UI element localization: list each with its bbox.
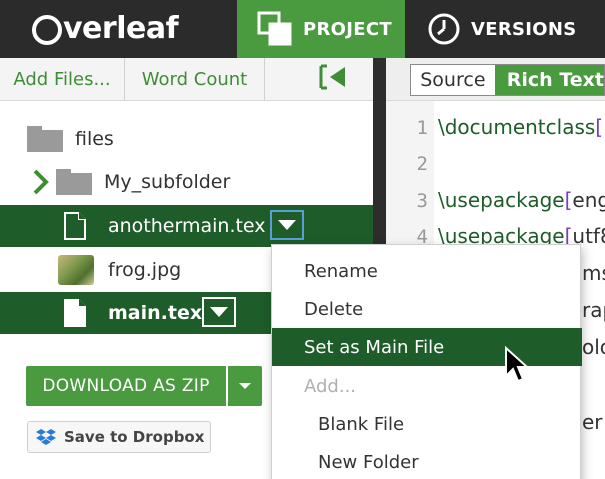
tree-item-label: My_subfolder bbox=[104, 171, 231, 193]
save-to-dropbox-button[interactable]: Save to Dropbox bbox=[27, 421, 211, 453]
tree-item-label: files bbox=[75, 128, 114, 150]
code-fragment: rap bbox=[582, 298, 605, 322]
menu-item-delete[interactable]: Delete bbox=[272, 290, 582, 328]
folder-icon bbox=[27, 126, 63, 152]
caret-down-icon bbox=[210, 307, 228, 317]
menu-header-add: Add... bbox=[304, 375, 357, 397]
tree-item-anothermain[interactable]: anothermain.tex bbox=[0, 205, 373, 247]
file-menu-button[interactable] bbox=[202, 297, 236, 327]
project-tab-label: PROJECT bbox=[303, 18, 392, 40]
word-count-button[interactable]: Word Count bbox=[125, 58, 265, 101]
line-number: 1 bbox=[416, 117, 428, 139]
dropbox-icon bbox=[36, 428, 56, 446]
menu-item-rename[interactable]: Rename bbox=[272, 252, 582, 290]
file-context-menu: Rename Delete Set as Main File Add... Bl… bbox=[271, 244, 582, 479]
editor-mode-toggle: Source Rich Text bbox=[410, 64, 605, 96]
tree-item-label: main.tex bbox=[108, 302, 203, 324]
tree-item-my-subfolder[interactable]: My_subfolder bbox=[0, 161, 373, 203]
project-tab[interactable]: PROJECT bbox=[237, 0, 405, 58]
project-files-icon bbox=[257, 11, 293, 47]
download-options-button[interactable] bbox=[228, 366, 262, 406]
logo-o-icon bbox=[32, 15, 62, 45]
caret-down-icon bbox=[239, 383, 251, 389]
menu-item-new-folder[interactable]: New Folder bbox=[272, 443, 582, 479]
line-number: 2 bbox=[416, 153, 428, 175]
code-fragment: olo bbox=[582, 335, 605, 359]
dropbox-label: Save to Dropbox bbox=[64, 428, 205, 446]
chevron-right-icon[interactable] bbox=[32, 167, 50, 197]
tree-item-label: anothermain.tex bbox=[108, 215, 266, 237]
top-bar: verleaf PROJECT VERSIONS bbox=[0, 0, 605, 58]
image-thumbnail bbox=[58, 255, 94, 285]
collapse-left-icon bbox=[319, 64, 349, 95]
tree-item-files[interactable]: files bbox=[0, 118, 373, 160]
download-zip-button[interactable]: DOWNLOAD AS ZIP bbox=[26, 366, 226, 406]
menu-item-blank-file[interactable]: Blank File bbox=[272, 405, 582, 443]
rich-text-mode-button[interactable]: Rich Text bbox=[494, 65, 604, 95]
clock-icon bbox=[427, 12, 461, 46]
menu-item-set-main-file[interactable]: Set as Main File bbox=[272, 328, 582, 366]
code-fragment: er} bbox=[582, 410, 605, 434]
file-tree-toolbar: Add Files... Word Count bbox=[0, 58, 373, 101]
overleaf-logo[interactable]: verleaf bbox=[32, 9, 179, 49]
file-menu-button[interactable] bbox=[270, 210, 304, 240]
caret-down-icon bbox=[278, 220, 296, 230]
file-icon bbox=[62, 297, 88, 329]
code-line: \usepackage[eng bbox=[438, 188, 605, 212]
versions-tab-label: VERSIONS bbox=[471, 18, 577, 40]
collapse-panel-button[interactable] bbox=[265, 58, 373, 101]
tree-item-label: frog.jpg bbox=[108, 259, 182, 281]
versions-tab[interactable]: VERSIONS bbox=[405, 0, 605, 58]
source-mode-button[interactable]: Source bbox=[411, 65, 495, 95]
folder-icon bbox=[56, 169, 92, 195]
code-line: \documentclass[ bbox=[438, 115, 604, 139]
line-number: 3 bbox=[416, 190, 428, 212]
file-icon bbox=[62, 210, 88, 242]
mouse-pointer-icon bbox=[504, 345, 530, 384]
add-files-button[interactable]: Add Files... bbox=[0, 58, 125, 101]
code-fragment: ms bbox=[582, 261, 605, 285]
